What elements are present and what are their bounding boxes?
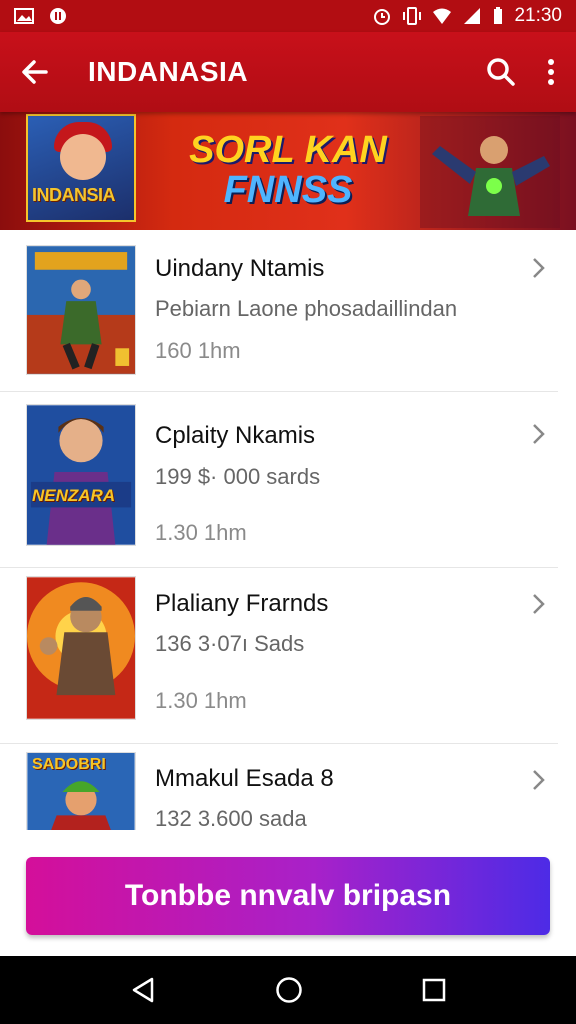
nav-back-button[interactable] (130, 977, 156, 1003)
vibrate-icon (403, 7, 422, 25)
battery-icon (494, 7, 503, 24)
arrow-left-icon (22, 60, 48, 84)
status-bar: 21:30 (0, 0, 576, 32)
item-meta: 160 1hm (155, 338, 241, 363)
item-meta: 1.30 1hm (155, 520, 247, 545)
banner-headline-line1: SORL KAN (189, 129, 387, 171)
list-item[interactable]: SADOBRI Mmakul Esada 8 132 3.600 sada (0, 744, 558, 830)
banner-hero-illustration (420, 116, 560, 228)
alarm-icon (374, 9, 391, 25)
item-subtitle: 132 3.600 sada (155, 806, 307, 830)
game-list: Uindany Ntamis Pebiarn Laone phosadailli… (0, 230, 576, 830)
search-icon (487, 58, 515, 86)
nav-recents-button[interactable] (422, 978, 446, 1002)
overflow-menu-button[interactable] (546, 57, 556, 87)
item-meta: 1.30 1hm (155, 688, 247, 713)
item-subtitle: Pebiarn Laone phosadaillindan (155, 296, 458, 321)
list-item[interactable]: Plaliany Frarnds 136 3·07ı Sads 1.30 1hm (0, 568, 558, 744)
game-thumbnail (26, 245, 136, 375)
banner-headline: SORL KAN FNNSS (168, 130, 408, 210)
search-button[interactable] (486, 57, 516, 87)
image-icon (14, 8, 34, 24)
item-subtitle: 199 $· 000 sards (155, 464, 321, 489)
item-title: Uindany Ntamis (155, 255, 325, 282)
chevron-right-icon (533, 594, 545, 614)
item-title: Plaliany Frarnds (155, 590, 329, 617)
system-nav-bar (0, 956, 576, 1024)
signal-icon (464, 8, 481, 24)
item-subtitle: 136 3·07ı Sads (155, 631, 305, 656)
notification-icon (50, 8, 66, 24)
banner-game-thumbnail: INDANSIA (26, 114, 136, 222)
thumbnail-title: NENZARA (32, 486, 116, 505)
banner-logo-text: INDANSIA (32, 185, 116, 205)
list-item[interactable]: Uindany Ntamis Pebiarn Laone phosadailli… (0, 230, 558, 392)
nav-home-button[interactable] (275, 976, 303, 1004)
app-bar: INDANASIA (0, 32, 576, 112)
chevron-right-icon (533, 258, 545, 278)
wifi-icon (433, 8, 452, 24)
page-title: INDANASIA (88, 56, 249, 87)
banner-headline-line2: FNNSS (223, 169, 353, 211)
square-recents-icon (423, 978, 446, 1002)
list-item[interactable]: NENZARA Cplaity Nkamis 199 $· 000 sards … (0, 392, 558, 568)
primary-cta-button[interactable]: Tonbbe nnvalv bripasn (26, 857, 550, 935)
status-time: 21:30 (514, 5, 562, 26)
item-title: Cplaity Nkamis (155, 422, 316, 449)
more-vert-icon (548, 59, 554, 85)
game-thumbnail (26, 576, 136, 720)
chevron-right-icon (533, 424, 545, 444)
chevron-right-icon (533, 770, 545, 790)
item-title: Mmakul Esada 8 (155, 765, 334, 792)
game-thumbnail (26, 404, 136, 546)
back-button[interactable] (20, 57, 50, 87)
promo-banner[interactable]: INDANSIA SORL KAN FNNSS (0, 112, 576, 230)
circle-home-icon (276, 977, 302, 1003)
triangle-back-icon (132, 977, 153, 1003)
thumbnail-title: SADOBRI (32, 756, 106, 773)
